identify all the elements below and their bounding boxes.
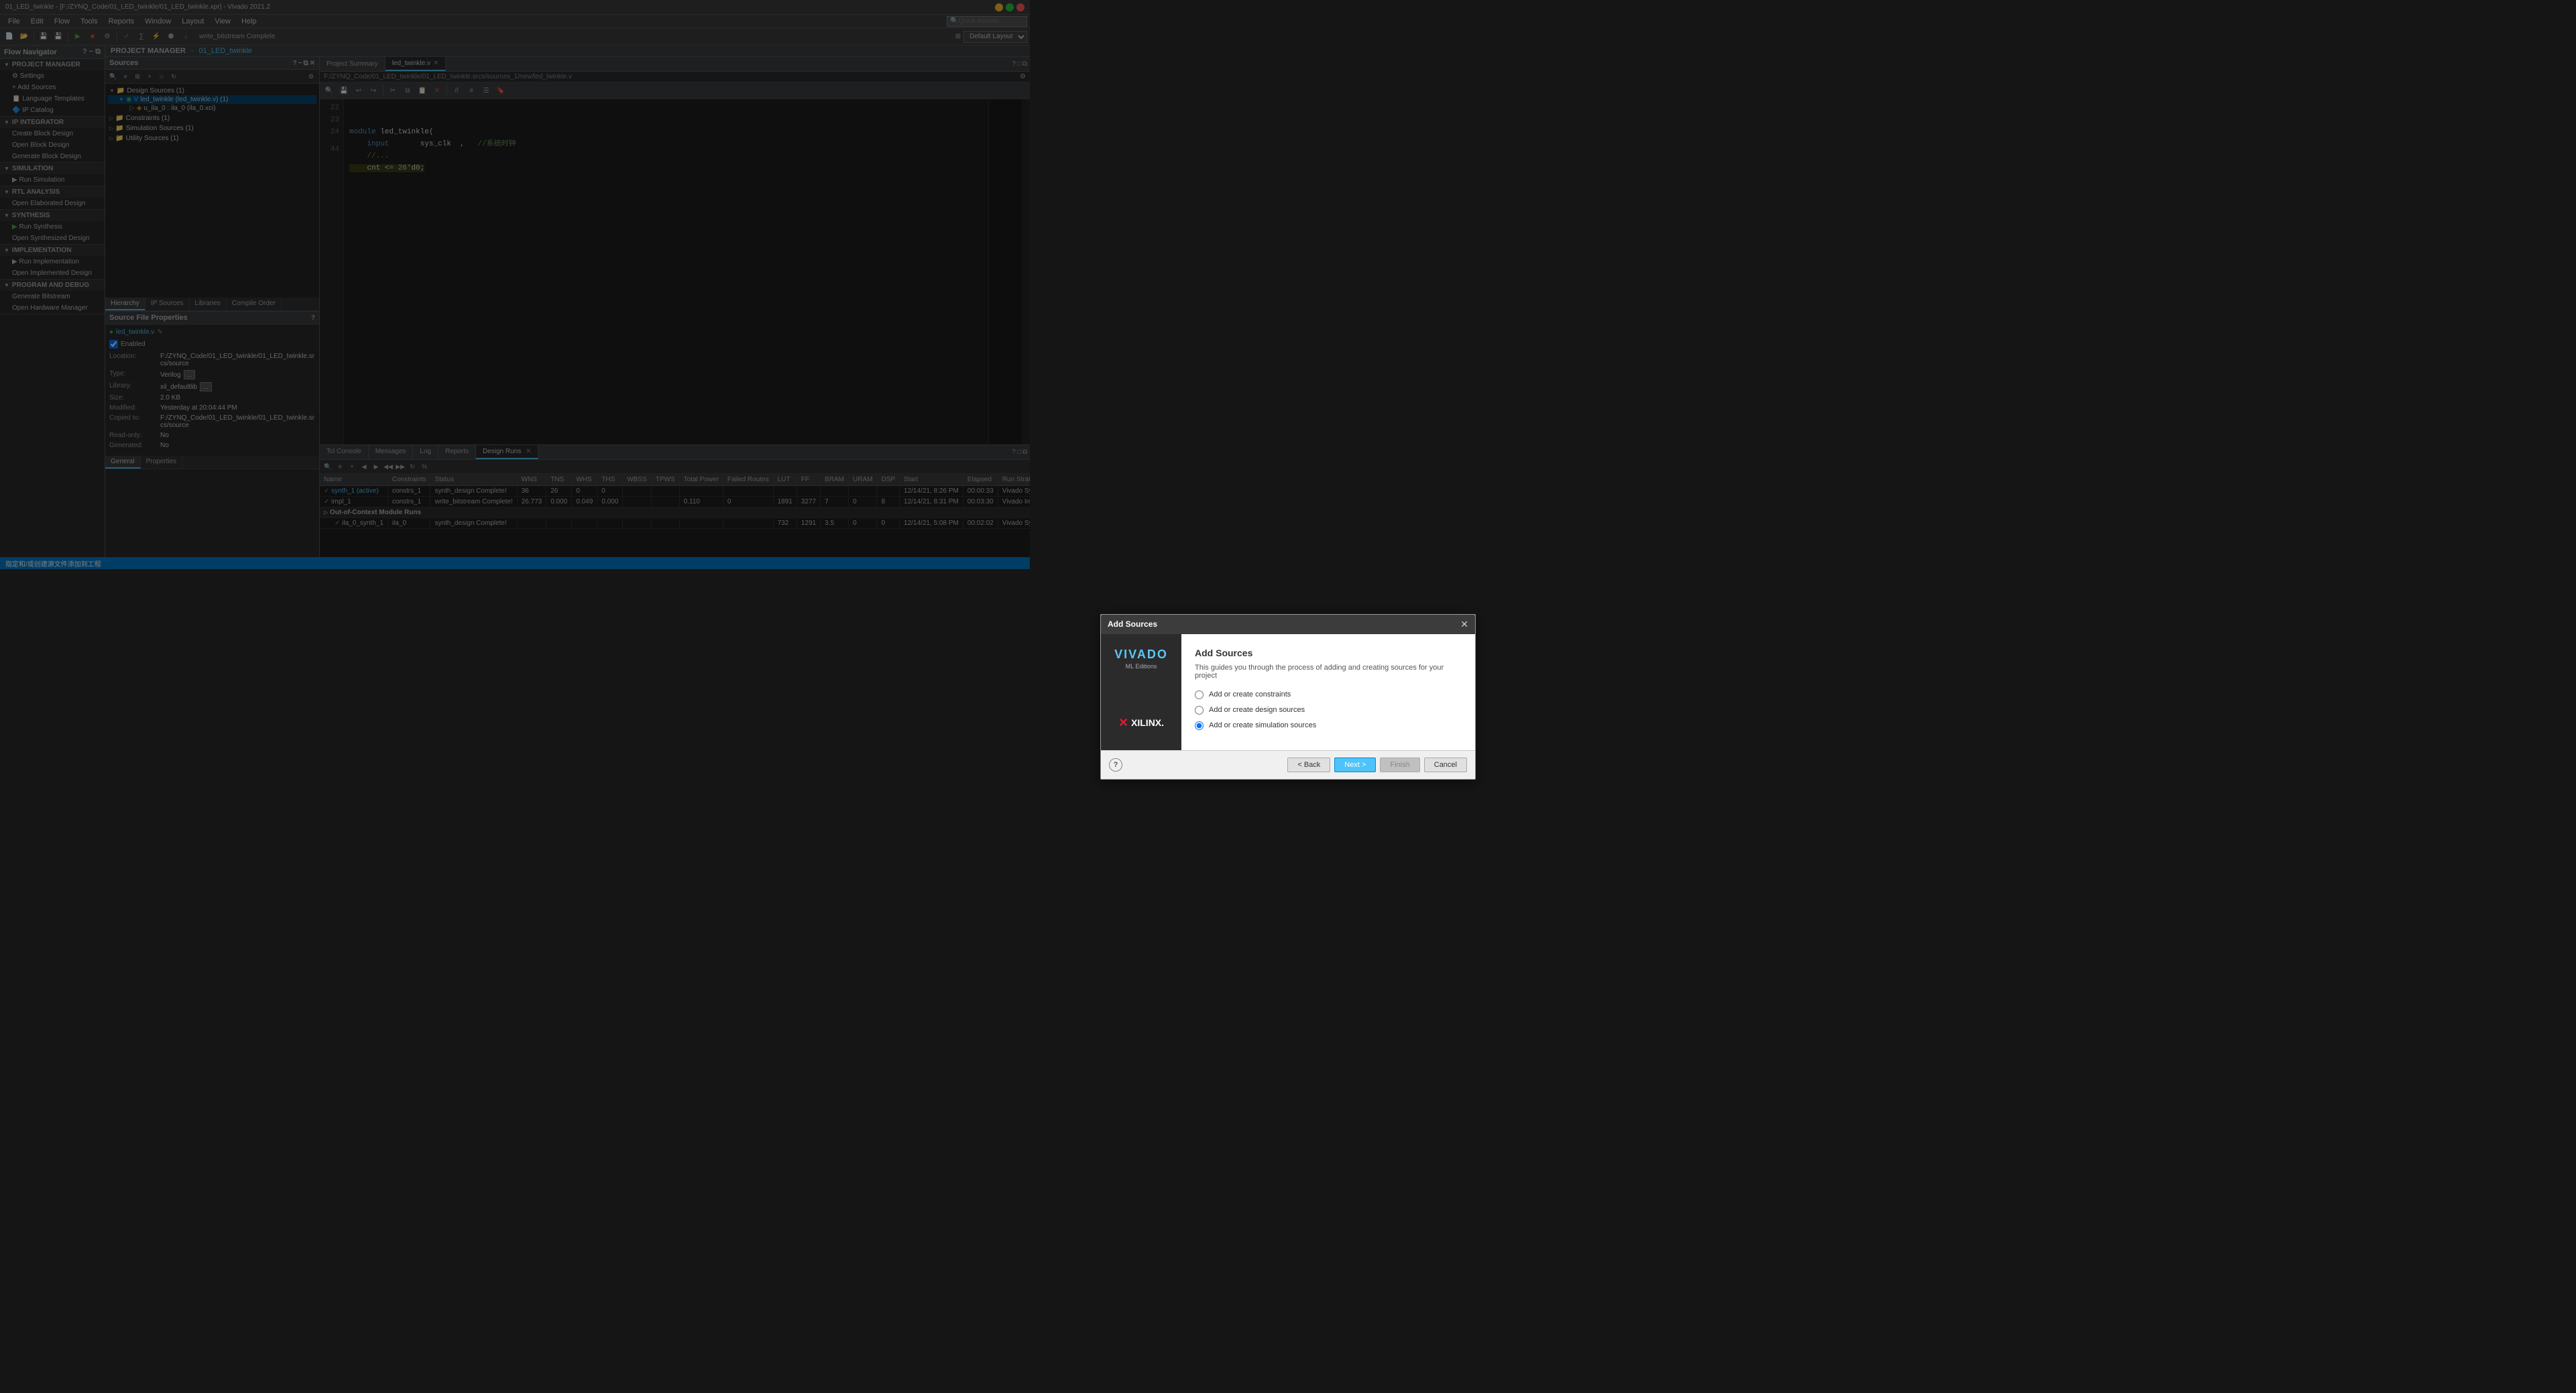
radio-design-label: Add or create design sources bbox=[1209, 706, 1305, 714]
modal-close-btn[interactable]: ✕ bbox=[1460, 619, 1468, 630]
radio-simulation-label: Add or create simulation sources bbox=[1209, 721, 1316, 729]
modal-body: VIVADO ML Editions ✕ XILINX. Add Sources… bbox=[1101, 634, 1475, 750]
vivado-edition: ML Editions bbox=[1114, 663, 1168, 670]
xilinx-text: XILINX. bbox=[1131, 717, 1164, 728]
modal-back-button[interactable]: < Back bbox=[1287, 758, 1330, 772]
modal-overlay: Add Sources ✕ VIVADO ML Editions ✕ XILIN… bbox=[0, 0, 2576, 1393]
modal-button-group: < Back Next > Finish Cancel bbox=[1287, 758, 1467, 772]
modal-sidebar: VIVADO ML Editions ✕ XILINX. bbox=[1101, 634, 1181, 750]
xilinx-brand: ✕ XILINX. bbox=[1118, 716, 1164, 737]
radio-simulation-sources[interactable]: Add or create simulation sources bbox=[1195, 721, 1462, 730]
modal-title: Add Sources bbox=[1108, 619, 1157, 629]
modal-content: Add Sources This guides you through the … bbox=[1181, 634, 1475, 750]
modal-footer: ? < Back Next > Finish Cancel bbox=[1101, 750, 1475, 779]
modal-help-button[interactable]: ? bbox=[1109, 758, 1122, 772]
modal-cancel-button[interactable]: Cancel bbox=[1424, 758, 1467, 772]
radio-constraints-input[interactable] bbox=[1195, 690, 1204, 699]
radio-design-input[interactable] bbox=[1195, 706, 1204, 715]
modal-next-button[interactable]: Next > bbox=[1334, 758, 1376, 772]
modal-description: This guides you through the process of a… bbox=[1195, 664, 1462, 680]
add-sources-modal: Add Sources ✕ VIVADO ML Editions ✕ XILIN… bbox=[1100, 614, 1476, 780]
radio-design-sources[interactable]: Add or create design sources bbox=[1195, 706, 1462, 715]
xilinx-logo-icon: ✕ bbox=[1118, 716, 1128, 730]
modal-heading: Add Sources bbox=[1195, 648, 1462, 658]
radio-simulation-input[interactable] bbox=[1195, 721, 1204, 730]
modal-title-bar: Add Sources ✕ bbox=[1101, 615, 1475, 634]
radio-constraints[interactable]: Add or create constraints bbox=[1195, 690, 1462, 699]
vivado-logo: VIVADO ML Editions bbox=[1114, 648, 1168, 670]
vivado-name: VIVADO bbox=[1114, 648, 1168, 662]
radio-constraints-label: Add or create constraints bbox=[1209, 690, 1291, 699]
modal-finish-button: Finish bbox=[1380, 758, 1419, 772]
